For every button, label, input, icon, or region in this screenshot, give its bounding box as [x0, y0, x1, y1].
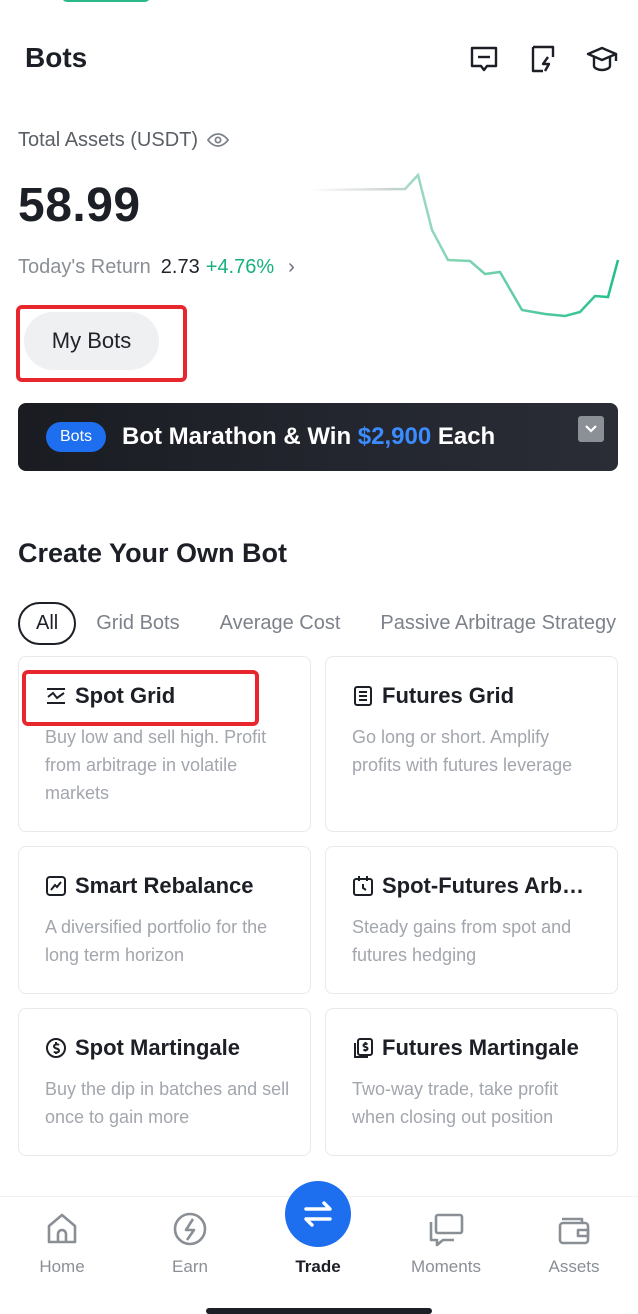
rebalance-icon	[46, 876, 66, 896]
todays-return-pct: +4.76%	[205, 256, 275, 278]
eye-icon[interactable]	[206, 128, 230, 152]
bottom-nav: Home Earn Trade Moments Assets	[0, 1181, 638, 1314]
tab-grid-bots[interactable]: Grid Bots	[96, 612, 179, 635]
card-spot-futures-arb[interactable]: Spot-Futures Arb… Steady gains from spot…	[325, 846, 618, 994]
bot-quick-icon[interactable]	[526, 42, 560, 76]
status-indicator	[62, 0, 150, 2]
tab-average-cost[interactable]: Average Cost	[220, 612, 341, 635]
banner-text: Bot Marathon & Win $2,900 Each	[122, 423, 496, 450]
futures-grid-icon	[354, 686, 372, 706]
section-title: Create Your Own Bot	[18, 538, 288, 568]
tab-all[interactable]: All	[18, 602, 77, 645]
tab-passive-arbitrage[interactable]: Passive Arbitrage Strategy	[380, 612, 616, 635]
card-description: Buy the dip in batches and sell once to …	[45, 1079, 290, 1127]
card-spot-grid[interactable]: Spot Grid Buy low and sell high. Profit …	[18, 656, 311, 832]
card-description: Buy low and sell high. Profit from arbit…	[45, 727, 267, 803]
spot-martingale-icon	[46, 1038, 66, 1058]
card-futures-martingale[interactable]: Futures Martingale Two-way trade, take p…	[325, 1008, 618, 1156]
swap-icon	[304, 1201, 332, 1227]
page-title: Bots	[25, 42, 88, 73]
card-description: Go long or short. Amplify profits with f…	[352, 727, 573, 775]
bot-category-tabs: All Grid Bots Average Cost Passive Arbit…	[18, 602, 638, 645]
message-icon[interactable]	[467, 42, 501, 76]
assets-sparkline	[310, 172, 620, 318]
card-title: Spot-Futures Arb…	[352, 873, 584, 899]
nav-home[interactable]: Home	[12, 1209, 112, 1277]
card-title: Spot Grid	[45, 683, 175, 709]
card-description: Two-way trade, take profit when closing …	[352, 1079, 559, 1127]
card-title: Smart Rebalance	[45, 873, 254, 899]
nav-moments[interactable]: Moments	[396, 1209, 496, 1277]
nav-trade-label[interactable]: Trade	[268, 1257, 368, 1277]
card-description: Steady gains from spot and futures hedgi…	[352, 917, 572, 965]
moments-icon	[429, 1213, 464, 1247]
nav-trade-button[interactable]	[285, 1181, 351, 1247]
card-title: Futures Grid	[352, 683, 514, 709]
card-smart-rebalance[interactable]: Smart Rebalance A diversified portfolio …	[18, 846, 311, 994]
arbitrage-icon	[353, 876, 373, 896]
chevron-right-icon: ›	[288, 256, 295, 278]
todays-return-value: 2.73	[160, 256, 200, 278]
home-icon	[47, 1213, 77, 1244]
banner-tag: Bots	[46, 422, 107, 452]
card-title: Futures Martingale	[352, 1035, 579, 1061]
wallet-icon	[558, 1217, 590, 1245]
home-indicator	[206, 1308, 432, 1314]
promo-banner[interactable]: Bots Bot Marathon & Win $2,900 Each	[18, 403, 618, 471]
chevron-down-icon[interactable]	[578, 416, 604, 442]
card-futures-grid[interactable]: Futures Grid Go long or short. Amplify p…	[325, 656, 618, 832]
todays-return-row[interactable]: Today's Return 2.73 +4.76% ›	[18, 256, 295, 279]
total-assets-label: Total Assets (USDT)	[18, 128, 230, 152]
total-assets-value: 58.99	[18, 179, 141, 232]
my-bots-button[interactable]: My Bots	[24, 312, 159, 370]
academy-icon[interactable]	[585, 42, 619, 76]
spot-grid-icon	[47, 688, 65, 704]
card-title: Spot Martingale	[45, 1035, 240, 1061]
nav-earn[interactable]: Earn	[140, 1209, 240, 1277]
card-description: A diversified portfolio for the long ter…	[45, 917, 268, 965]
nav-assets[interactable]: Assets	[524, 1209, 624, 1277]
todays-return-label: Today's Return	[18, 256, 151, 278]
card-spot-martingale[interactable]: Spot Martingale Buy the dip in batches a…	[18, 1008, 311, 1156]
futures-martingale-icon	[354, 1038, 373, 1058]
earn-icon	[173, 1212, 207, 1246]
